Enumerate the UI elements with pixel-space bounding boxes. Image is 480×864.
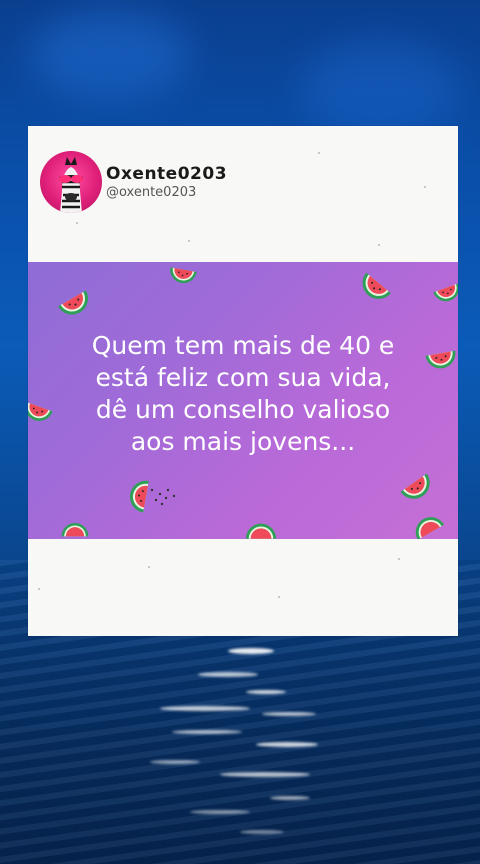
avatar[interactable]: [40, 151, 102, 213]
quote-line: está feliz com sua vida,: [95, 363, 391, 392]
watermelon-icon: [61, 523, 89, 537]
display-name[interactable]: Oxente0203: [106, 164, 227, 184]
watermelon-icon: [400, 473, 430, 499]
zebra-avatar-icon: [59, 157, 83, 213]
post-card: Oxente0203 @oxente0203 Quem tem mais de …: [28, 126, 458, 636]
quote-line: aos mais jovens...: [130, 427, 356, 456]
quote-banner: Quem tem mais de 40 e está feliz com sua…: [28, 262, 458, 539]
watermelon-icon: [415, 517, 444, 539]
watermelon-icon: [433, 283, 458, 302]
user-handle[interactable]: @oxente0203: [106, 185, 227, 200]
watermelon-icon: [170, 267, 197, 284]
watermelon-seeds-icon: [150, 488, 176, 506]
quote-text: Quem tem mais de 40 e está feliz com sua…: [28, 330, 458, 458]
quote-line: Quem tem mais de 40 e: [91, 331, 395, 360]
post-header: Oxente0203 @oxente0203: [40, 150, 227, 214]
watermelon-icon: [245, 523, 277, 539]
watermelon-icon: [58, 290, 88, 315]
quote-line: dê um conselho valioso: [95, 395, 391, 424]
watermelon-icon: [362, 272, 391, 299]
